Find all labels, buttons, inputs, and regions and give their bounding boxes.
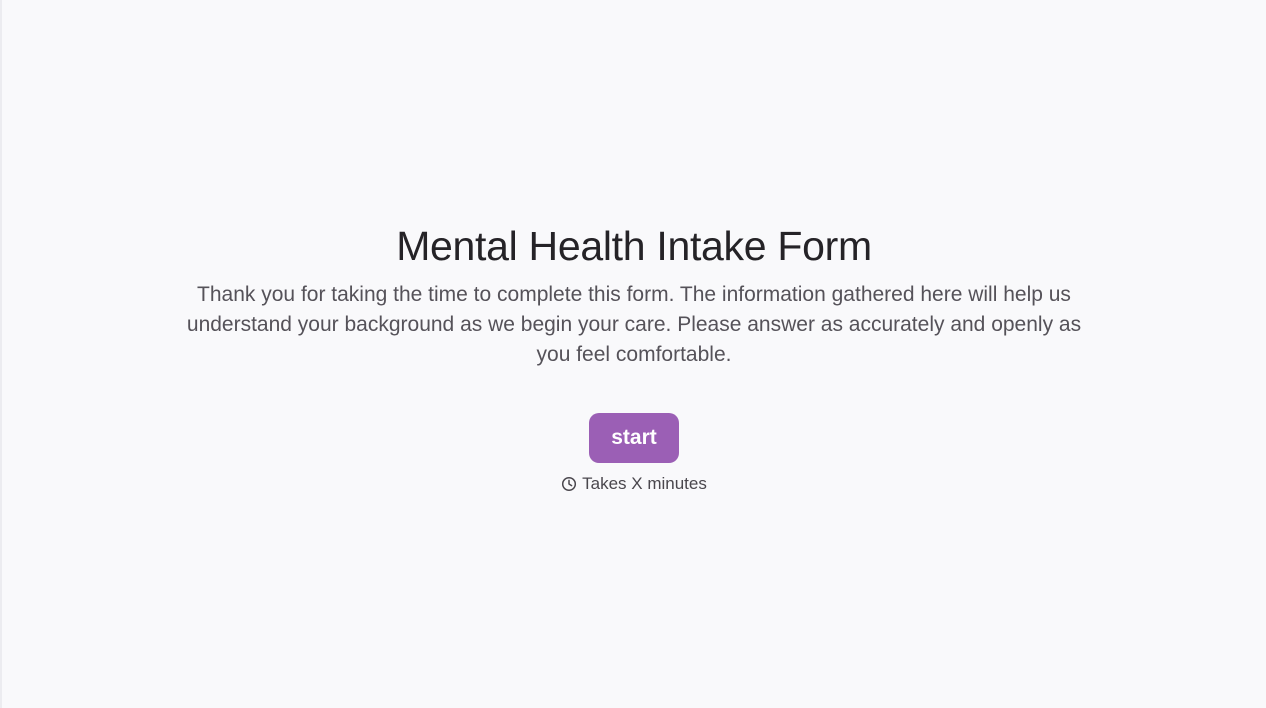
form-title: Mental Health Intake Form <box>396 223 872 269</box>
duration-text: Takes X minutes <box>582 474 707 493</box>
estimated-duration: Takes X minutes <box>561 474 707 494</box>
welcome-screen: Mental Health Intake Form Thank you for … <box>2 222 1266 494</box>
clock-icon <box>561 476 577 492</box>
start-button[interactable]: start <box>589 413 679 463</box>
intro-text: Thank you for taking the time to complet… <box>186 283 1082 366</box>
